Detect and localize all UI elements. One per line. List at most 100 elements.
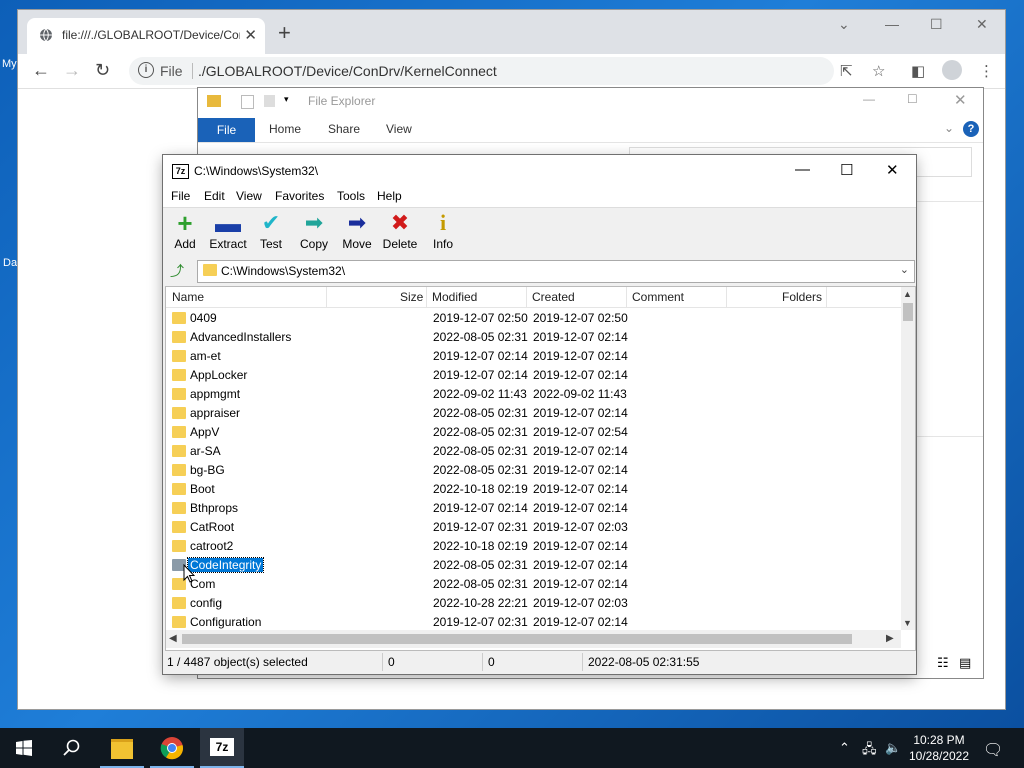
vertical-scrollbar[interactable]: ▲ ▼ — [901, 287, 915, 630]
horizontal-scrollbar[interactable]: ◀ ▶ — [166, 630, 901, 648]
up-folder-icon[interactable]: ⤴ — [166, 261, 188, 281]
ribbon-tab-home[interactable]: Home — [269, 122, 301, 136]
sevenzip-maximize-icon[interactable]: ☐ — [840, 161, 853, 179]
file-row[interactable]: catroot2 2022-10-18 02:19 2019-12-07 02:14 — [166, 537, 901, 556]
file-list[interactable]: Name Size Modified Created Comment Folde… — [165, 286, 916, 651]
volume-icon[interactable]: 🔈 — [885, 740, 901, 756]
file-row[interactable]: Bthprops 2019-12-07 02:14 2019-12-07 02:14 — [166, 499, 901, 518]
file-row[interactable]: AppLocker 2019-12-07 02:14 2019-12-07 02:1… — [166, 366, 901, 385]
close-tab-icon[interactable]: ✕ — [244, 26, 257, 44]
side-panel-icon[interactable]: ◧ — [911, 62, 925, 80]
ribbon-tab-file[interactable]: File — [198, 118, 255, 142]
forward-icon[interactable]: → — [63, 60, 81, 81]
file-row[interactable]: config 2022-10-28 22:21 2019-12-07 02:03 — [166, 594, 901, 613]
column-folders[interactable]: Folders — [782, 290, 822, 304]
maximize-icon[interactable]: ☐ — [930, 16, 943, 33]
menu-tools[interactable]: Tools — [337, 189, 365, 203]
column-divider[interactable] — [826, 287, 827, 307]
minimize-icon[interactable]: — — [885, 16, 899, 32]
file-row[interactable]: bg-BG 2022-08-05 02:31 2019-12-07 02:14 — [166, 461, 901, 480]
taskbar-file-explorer[interactable] — [100, 728, 144, 768]
ribbon-tab-share[interactable]: Share — [328, 122, 360, 136]
list-view-icon[interactable]: ☷ — [937, 655, 949, 671]
sevenzip-minimize-icon[interactable]: — — [795, 161, 810, 178]
column-divider[interactable] — [326, 287, 327, 307]
menu-edit[interactable]: Edit — [204, 189, 225, 203]
add-button[interactable]: + Add — [163, 210, 207, 251]
file-row[interactable]: Com 2022-08-05 02:31 2019-12-07 02:14 — [166, 575, 901, 594]
profile-avatar-icon[interactable] — [942, 60, 962, 80]
file-row[interactable]: ar-SA 2022-08-05 02:31 2019-12-07 02:14 — [166, 442, 901, 461]
taskbar-chrome[interactable] — [150, 728, 194, 768]
test-button[interactable]: ✔ Test — [249, 212, 293, 252]
scroll-left-icon[interactable]: ◀ — [169, 633, 177, 644]
taskbar-7zip[interactable]: 7z — [200, 728, 244, 768]
qat-dropdown-icon[interactable]: ▾ — [284, 94, 289, 105]
scroll-up-icon[interactable]: ▲ — [903, 289, 912, 299]
explorer-minimize-icon[interactable]: — — [863, 92, 875, 106]
vertical-scroll-thumb[interactable] — [903, 303, 913, 321]
back-icon[interactable]: ← — [32, 60, 50, 81]
search-button[interactable] — [50, 728, 94, 768]
menu-help[interactable]: Help — [377, 189, 402, 203]
column-comment[interactable]: Comment — [632, 290, 684, 304]
column-divider[interactable] — [426, 287, 427, 307]
desktop-icon-label-2[interactable]: Da — [3, 257, 17, 269]
menu-favorites[interactable]: Favorites — [275, 189, 324, 203]
browser-tab[interactable]: file:///./GLOBALROOT/Device/Con ✕ — [27, 18, 265, 54]
network-icon[interactable]: 🖧 — [862, 740, 877, 762]
file-row[interactable]: 0409 2019-12-07 02:50 2019-12-07 02:50 — [166, 309, 901, 328]
column-modified[interactable]: Modified — [432, 290, 477, 304]
column-created[interactable]: Created — [532, 290, 575, 304]
column-divider[interactable] — [726, 287, 727, 307]
menu-kebab-icon[interactable]: ⋮ — [979, 62, 994, 80]
address-bar[interactable]: i File ./GLOBALROOT/Device/ConDrv/Kernel… — [129, 57, 834, 85]
tray-overflow-chevron-icon[interactable]: ⌃ — [839, 740, 850, 756]
move-button[interactable]: ➡ Move — [335, 212, 379, 252]
start-button[interactable] — [0, 728, 48, 768]
file-row[interactable]: AppV 2022-08-05 02:31 2019-12-07 02:54 — [166, 423, 901, 442]
bookmark-star-icon[interactable]: ☆ — [872, 62, 885, 80]
menu-view[interactable]: View — [236, 189, 262, 203]
close-icon[interactable]: ✕ — [976, 16, 988, 33]
ribbon-tab-view[interactable]: View — [386, 122, 412, 136]
file-row-selected[interactable]: CodeIntegrity 2022-08-05 02:31 2019-12-07 … — [166, 556, 901, 575]
ribbon-expand-icon[interactable]: ⌄ — [944, 121, 954, 135]
explorer-close-icon[interactable]: ✕ — [954, 91, 967, 109]
help-icon[interactable]: ? — [963, 121, 979, 137]
taskbar-clock[interactable]: 10:28 PM 10/28/2022 — [906, 732, 972, 764]
column-size[interactable]: Size — [400, 290, 423, 304]
file-row[interactable]: appraiser 2022-08-05 02:31 2019-12-07 02:1… — [166, 404, 901, 423]
delete-button[interactable]: ✖ Delete — [378, 212, 422, 252]
file-name: config — [190, 596, 223, 610]
copy-button[interactable]: ➡ Copy — [292, 212, 336, 252]
notification-center-icon[interactable]: 🗨 — [983, 740, 1003, 760]
info-icon[interactable]: i — [138, 62, 154, 78]
file-row[interactable]: am-et 2019-12-07 02:14 2019-12-07 02:14 — [166, 347, 901, 366]
share-icon[interactable]: ⇱ — [840, 62, 853, 80]
column-divider[interactable] — [626, 287, 627, 307]
tab-search-chevron-icon[interactable]: ⌄ — [838, 16, 850, 33]
sevenzip-close-icon[interactable]: ✕ — [886, 161, 899, 179]
file-row[interactable]: CatRoot 2019-12-07 02:31 2019-12-07 02:03 — [166, 518, 901, 537]
file-row[interactable]: AdvancedInstallers 2022-08-05 02:31 2019-1… — [166, 328, 901, 347]
new-tab-icon[interactable]: + — [278, 22, 291, 44]
column-divider[interactable] — [526, 287, 527, 307]
info-button[interactable]: i Info — [421, 212, 465, 252]
extract-button[interactable]: ▬ Extract — [206, 210, 250, 251]
sevenzip-path-combobox[interactable]: C:\Windows\System32\ ⌄ — [197, 260, 915, 283]
explorer-maximize-icon[interactable]: ☐ — [907, 92, 918, 106]
new-folder-icon[interactable] — [264, 95, 275, 107]
file-row[interactable]: Boot 2022-10-18 02:19 2019-12-07 02:14 — [166, 480, 901, 499]
menu-file[interactable]: File — [171, 189, 190, 203]
scroll-down-icon[interactable]: ▼ — [903, 618, 912, 628]
desktop-icon-label-1[interactable]: My — [2, 58, 17, 70]
scroll-right-icon[interactable]: ▶ — [886, 633, 894, 644]
file-row[interactable]: appmgmt 2022-09-02 11:43 2022-09-02 11:43 — [166, 385, 901, 404]
reload-icon[interactable]: ↻ — [95, 60, 110, 81]
horizontal-scroll-thumb[interactable] — [182, 634, 852, 644]
properties-icon[interactable] — [241, 95, 254, 109]
details-view-icon[interactable]: ▤ — [959, 655, 971, 671]
column-name[interactable]: Name — [172, 290, 204, 304]
address-dropdown-icon[interactable]: ⌄ — [900, 263, 909, 276]
